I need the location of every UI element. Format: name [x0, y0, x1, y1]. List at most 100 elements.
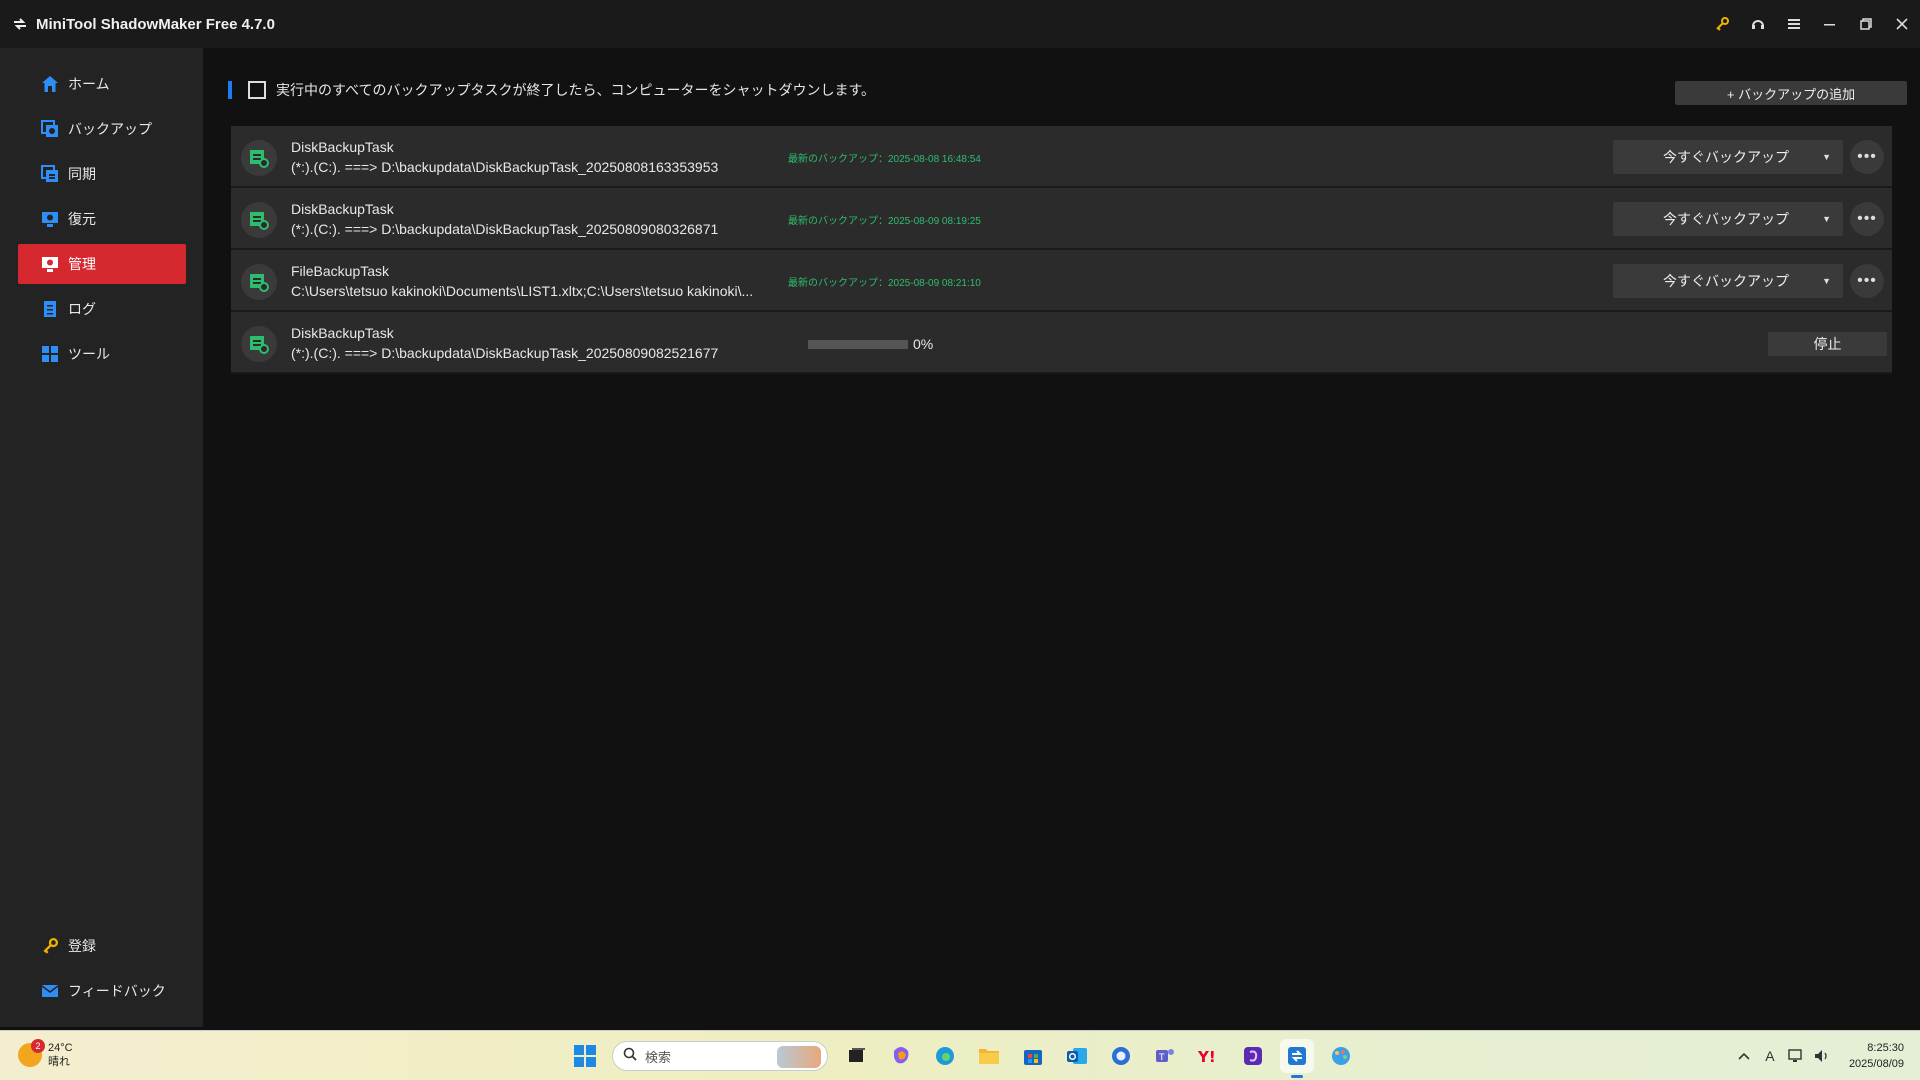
- task-path: (*:).(C:). ===> D:\backupdata\DiskBackup…: [291, 221, 719, 237]
- task-path: (*:).(C:). ===> D:\backupdata\DiskBackup…: [291, 159, 719, 175]
- clock-time: 8:25:30: [1867, 1042, 1904, 1054]
- sidebar-item-label: ホーム: [68, 76, 110, 92]
- task-path: (*:).(C:). ===> D:\backupdata\DiskBackup…: [291, 345, 719, 361]
- file-backup-icon: [241, 264, 277, 300]
- weather-text: 24°C 晴れ: [48, 1041, 73, 1069]
- sidebar-item-label: 登録: [68, 938, 96, 954]
- app-logo-icon: [10, 14, 30, 34]
- paint-app-icon[interactable]: [1324, 1039, 1358, 1073]
- headset-icon[interactable]: [1740, 0, 1776, 48]
- add-backup-button[interactable]: + バックアップの追加: [1675, 81, 1907, 105]
- shutdown-checkbox[interactable]: [248, 81, 266, 99]
- yahoo-icon[interactable]: Y!: [1192, 1039, 1226, 1073]
- svg-text:Y!: Y!: [1197, 1048, 1216, 1065]
- store-icon[interactable]: [1016, 1039, 1050, 1073]
- purple-app-icon[interactable]: [1236, 1039, 1270, 1073]
- search-placeholder: 検索: [645, 1049, 672, 1065]
- accent-bar: [228, 81, 232, 99]
- weather-widget[interactable]: 2 24°C 晴れ: [18, 1039, 73, 1069]
- active-indicator: [1291, 1075, 1303, 1078]
- taskbar-search[interactable]: 検索: [612, 1041, 828, 1071]
- sidebar-item-backup[interactable]: バックアップ: [18, 109, 186, 149]
- shield-app-icon[interactable]: [1104, 1039, 1138, 1073]
- tools-icon: [40, 344, 60, 364]
- sidebar-item-tools[interactable]: ツール: [18, 334, 186, 374]
- sync-icon: [40, 164, 60, 184]
- window-controls: [1704, 0, 1920, 48]
- search-highlight-icon: [777, 1046, 821, 1068]
- task-last-backup: 最新のバックアップ：2025-08-09 08:21:10: [788, 278, 981, 289]
- clock-date: 2025/08/09: [1848, 1058, 1904, 1070]
- backup-now-label: 今すぐバックアップ: [1663, 149, 1789, 165]
- sidebar-item-restore[interactable]: 復元: [18, 199, 186, 239]
- caret-down-icon[interactable]: ▼: [1822, 276, 1831, 286]
- progress-text: 0%: [913, 336, 934, 352]
- ime-indicator[interactable]: A: [1757, 1043, 1783, 1069]
- backup-now-label: 今すぐバックアップ: [1663, 211, 1789, 227]
- clock[interactable]: 8:25:30 2025/08/09: [1849, 1040, 1904, 1072]
- task-row: FileBackupTask C:\Users\tetsuo kakinoki\…: [231, 250, 1892, 312]
- sidebar-item-log[interactable]: ログ: [18, 289, 186, 329]
- restore-icon[interactable]: [1848, 0, 1884, 48]
- backup-now-button[interactable]: 今すぐバックアップ ▼: [1613, 202, 1843, 236]
- title-bar: MiniTool ShadowMaker Free 4.7.0: [0, 0, 1920, 48]
- task-row: DiskBackupTask (*:).(C:). ===> D:\backup…: [231, 126, 1892, 188]
- task-view-icon[interactable]: [840, 1039, 874, 1073]
- task-last-backup: 最新のバックアップ：2025-08-09 08:19:25: [788, 216, 981, 227]
- key-icon[interactable]: [1704, 0, 1740, 48]
- sidebar-item-home[interactable]: ホーム: [18, 64, 186, 104]
- backup-icon: [40, 119, 60, 139]
- sidebar-item-feedback[interactable]: フィードバック: [18, 971, 186, 1011]
- folder-icon[interactable]: [972, 1039, 1006, 1073]
- sidebar-item-label: 復元: [68, 211, 96, 227]
- sidebar: ホーム バックアップ 同期 復元 管理 ログ ツール 登録 フィードバック: [0, 48, 203, 1027]
- more-options-button[interactable]: •••: [1850, 202, 1884, 236]
- outlook-icon[interactable]: [1060, 1039, 1094, 1073]
- task-row: DiskBackupTask (*:).(C:). ===> D:\backup…: [231, 188, 1892, 250]
- shadowmaker-taskbar-icon[interactable]: [1280, 1039, 1314, 1078]
- task-list: DiskBackupTask (*:).(C:). ===> D:\backup…: [231, 126, 1892, 374]
- sidebar-item-register[interactable]: 登録: [18, 926, 186, 966]
- weather-desc: 晴れ: [48, 1056, 70, 1068]
- chevron-up-icon[interactable]: [1731, 1043, 1757, 1069]
- volume-icon[interactable]: [1809, 1043, 1835, 1069]
- weather-badge: 2: [31, 1039, 45, 1053]
- weather-sun-icon: 2: [18, 1039, 45, 1067]
- teams-icon[interactable]: T: [1148, 1039, 1182, 1073]
- minimize-icon[interactable]: [1812, 0, 1848, 48]
- mail-icon: [40, 981, 60, 1001]
- backup-now-label: 今すぐバックアップ: [1663, 273, 1789, 289]
- weather-temp: 24°C: [48, 1042, 73, 1054]
- network-icon[interactable]: [1783, 1043, 1809, 1069]
- more-options-button[interactable]: •••: [1850, 264, 1884, 298]
- menu-icon[interactable]: [1776, 0, 1812, 48]
- sidebar-item-sync[interactable]: 同期: [18, 154, 186, 194]
- log-icon: [40, 299, 60, 319]
- taskbar: 2 24°C 晴れ 検索 T Y! A 8:25:30 2025/08/09: [0, 1030, 1920, 1080]
- home-icon: [40, 74, 60, 94]
- disk-backup-icon: [241, 140, 277, 176]
- sidebar-item-manage[interactable]: 管理: [18, 244, 186, 284]
- task-last-backup: 最新のバックアップ：2025-08-08 16:48:54: [788, 154, 981, 165]
- sidebar-item-label: 同期: [68, 166, 96, 182]
- backup-now-button[interactable]: 今すぐバックアップ ▼: [1613, 140, 1843, 174]
- sidebar-item-label: フィードバック: [68, 983, 166, 999]
- caret-down-icon[interactable]: ▼: [1822, 214, 1831, 224]
- task-name: DiskBackupTask: [291, 325, 394, 341]
- progress-bar: [808, 340, 908, 349]
- disk-backup-icon: [241, 326, 277, 362]
- main-panel: 実行中のすべてのバックアップタスクが終了したら、コンピューターをシャットダウンし…: [206, 48, 1920, 1027]
- backup-now-button[interactable]: 今すぐバックアップ ▼: [1613, 264, 1843, 298]
- sidebar-item-label: 管理: [68, 256, 96, 272]
- restore-icon: [40, 209, 60, 229]
- stop-button[interactable]: 停止: [1768, 332, 1887, 356]
- close-icon[interactable]: [1884, 0, 1920, 48]
- windows-start-icon[interactable]: [568, 1039, 602, 1073]
- task-row: DiskBackupTask (*:).(C:). ===> D:\backup…: [231, 312, 1892, 374]
- manage-icon: [40, 254, 60, 274]
- edge-icon[interactable]: [928, 1039, 962, 1073]
- copilot-icon[interactable]: [884, 1039, 918, 1073]
- shutdown-label: 実行中のすべてのバックアップタスクが終了したら、コンピューターをシャットダウンし…: [276, 82, 876, 98]
- caret-down-icon[interactable]: ▼: [1822, 152, 1831, 162]
- more-options-button[interactable]: •••: [1850, 140, 1884, 174]
